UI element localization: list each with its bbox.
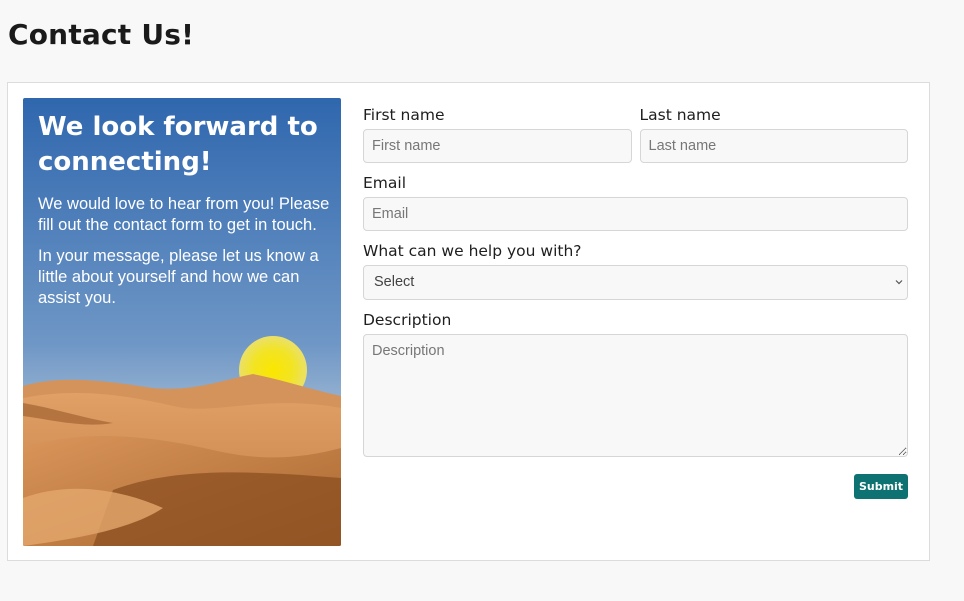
last-name-input[interactable] (639, 129, 908, 163)
contact-form: First name Last name Email What can we h… (363, 101, 908, 499)
submit-button[interactable]: Submit (854, 474, 908, 499)
last-name-label: Last name (639, 106, 721, 124)
page-title: Contact Us! (8, 18, 195, 51)
chevron-down-icon (895, 280, 903, 285)
help-topic-label: What can we help you with? (363, 242, 582, 260)
hero-paragraph-1: We would love to hear from you! Please f… (38, 195, 330, 234)
description-textarea[interactable] (363, 334, 908, 457)
email-input[interactable] (363, 197, 908, 231)
help-topic-selected: Select (374, 274, 415, 290)
hero-text: We look forward to connecting! We would … (38, 110, 333, 319)
hero-heading: We look forward to connecting! (38, 112, 318, 177)
email-label: Email (363, 174, 407, 192)
hero-panel: We look forward to connecting! We would … (23, 98, 341, 546)
help-topic-select[interactable]: Select (363, 265, 908, 300)
first-name-input[interactable] (363, 129, 632, 163)
description-label: Description (363, 311, 452, 329)
hero-paragraph-2: In your message, please let us know a li… (38, 247, 319, 307)
contact-card: We look forward to connecting! We would … (7, 82, 930, 561)
first-name-label: First name (363, 106, 445, 124)
